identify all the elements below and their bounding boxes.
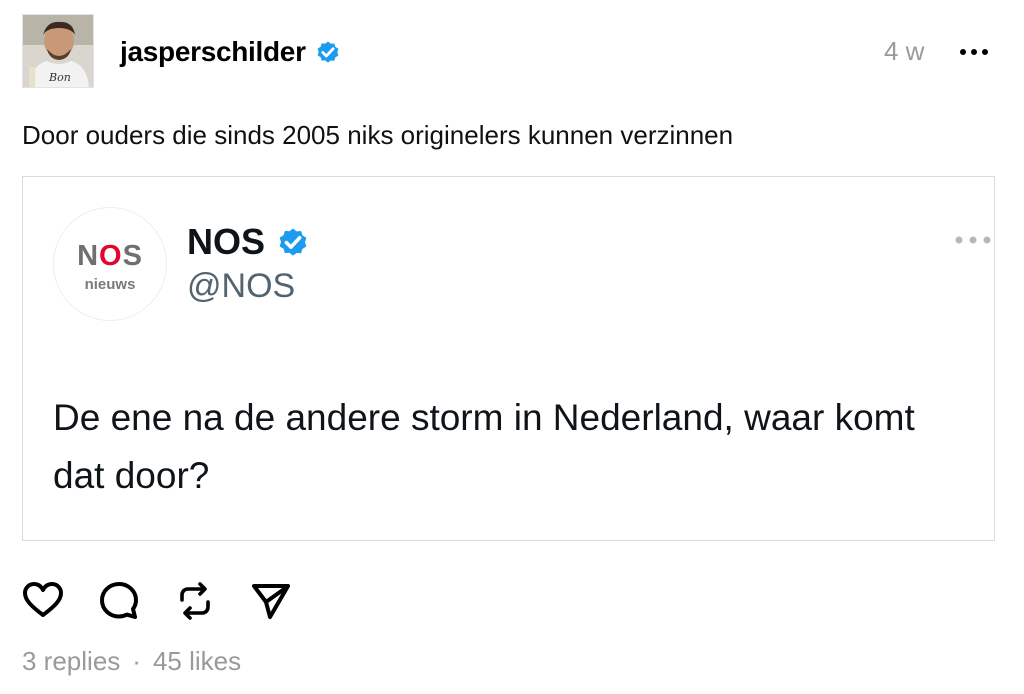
- avatar-shirt-text: Bon: [48, 71, 71, 84]
- threads-post: Bon jasperschilder 4 w Door ouders die s…: [0, 0, 1024, 694]
- reply-button[interactable]: [98, 580, 140, 622]
- avatar[interactable]: Bon: [22, 14, 94, 88]
- nos-logo-text: NOS: [54, 240, 166, 273]
- post-caption: Door ouders die sinds 2005 niks originel…: [22, 120, 734, 150]
- verified-badge-icon: [279, 228, 307, 256]
- nos-logo-n: N: [77, 240, 100, 272]
- avatar-photo: Bon: [23, 15, 93, 87]
- post-timestamp: 4 w: [884, 36, 925, 66]
- more-dots-icon[interactable]: [958, 40, 990, 64]
- send-icon: [252, 584, 290, 619]
- comment-bubble-icon: [100, 582, 138, 619]
- repost-icon: [180, 582, 210, 620]
- embedded-tweet[interactable]: NOS nieuws NOS @NOS De ene na de andere …: [22, 176, 995, 541]
- post-stats: 3 replies · 45 likes: [22, 646, 241, 677]
- nos-logo-s: S: [122, 240, 143, 272]
- likes-count[interactable]: 45 likes: [153, 646, 241, 677]
- embed-author-name: NOS: [187, 221, 266, 262]
- author-username[interactable]: jasperschilder: [120, 36, 306, 68]
- nos-logo: NOS nieuws: [53, 207, 167, 321]
- share-button[interactable]: [250, 580, 292, 622]
- stats-separator: ·: [132, 646, 141, 676]
- embed-tweet-text: De ene na de andere storm in Nederland, …: [53, 397, 915, 496]
- like-button[interactable]: [22, 580, 64, 622]
- embed-author-handle: @NOS: [187, 267, 296, 305]
- more-dots-icon: [955, 236, 991, 244]
- replies-count[interactable]: 3 replies: [22, 646, 120, 677]
- repost-button[interactable]: [174, 580, 216, 622]
- heart-icon: [23, 582, 63, 617]
- verified-badge-icon: [317, 41, 339, 63]
- nos-logo-o: O: [99, 240, 123, 272]
- embed-author-row: NOS: [187, 221, 311, 263]
- author-row: jasperschilder: [120, 34, 342, 70]
- nos-logo-subtext: nieuws: [84, 276, 136, 293]
